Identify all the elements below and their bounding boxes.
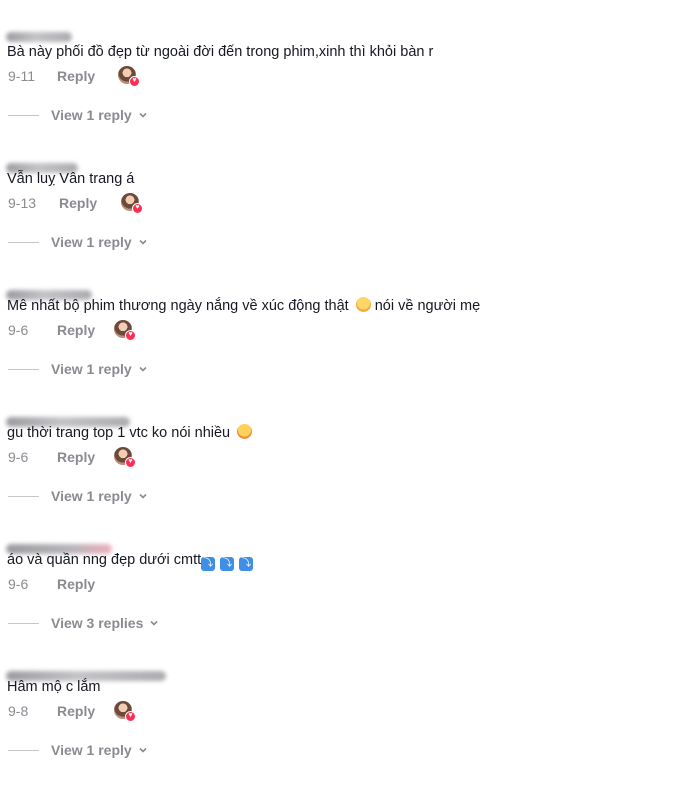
divider [8, 495, 39, 497]
comment-text-part: áo và quần nng đẹp dưới cmtt [7, 552, 202, 568]
chevron-down-icon [139, 747, 147, 753]
right-arrow-curving-down-icon: ⤵ [220, 557, 235, 571]
heart-icon: ♥ [125, 457, 136, 468]
divider [8, 622, 39, 624]
comment-date: 9-6 [8, 576, 29, 592]
view-replies-label: View 1 reply [51, 361, 132, 377]
view-replies-label: View 1 reply [51, 488, 132, 504]
comment-date: 9-6 [8, 449, 29, 465]
reply-button[interactable]: Reply [57, 322, 95, 338]
view-replies-label: View 1 reply [51, 742, 132, 758]
divider [8, 749, 39, 751]
comment-text: Vẫn luỵ Vân trang á [7, 171, 135, 187]
comment-meta: 9-13 Reply [8, 192, 97, 214]
right-arrow-curving-down-icon: ⤵ [239, 557, 254, 571]
creator-liked-avatar-icon: ♥ [114, 320, 136, 341]
view-replies-button[interactable]: View 1 reply [8, 739, 148, 761]
reply-button[interactable]: Reply [59, 195, 97, 211]
view-replies-label: View 3 replies [51, 615, 144, 631]
divider [8, 241, 39, 243]
comment-item: Bà này phối đồ đẹp từ ngoài đời đến tron… [0, 32, 699, 161]
comment-item: áo và quần nng đẹp dưới cmtt ⤵ ⤵ ⤵ 9-6 Repl… [0, 542, 699, 669]
reply-button[interactable]: Reply [57, 68, 95, 84]
creator-liked-avatar-icon: ♥ [121, 193, 143, 214]
view-replies-button[interactable]: View 1 reply [8, 104, 148, 126]
heart-icon: ♥ [125, 711, 136, 722]
rolling-laughing-emoji-icon [237, 424, 253, 439]
divider [8, 114, 39, 116]
comment-item: Hâm mộ c lắm 9-8 Reply ♥ View 1 reply [0, 669, 699, 796]
comment-meta: 9-6 Reply [8, 319, 95, 341]
heart-icon: ♥ [132, 203, 143, 214]
chevron-down-icon [150, 620, 158, 626]
creator-liked-avatar-icon: ♥ [114, 701, 136, 722]
view-replies-button[interactable]: View 3 replies [8, 612, 159, 634]
comment-text: áo và quần nng đẹp dưới cmtt ⤵ ⤵ ⤵ [7, 551, 258, 571]
comment-meta: 9-8 Reply [8, 700, 95, 722]
comment-text-part: nói về người mẹ [370, 298, 481, 314]
heart-icon: ♥ [125, 330, 136, 341]
comment-meta: 9-6 Reply [8, 573, 95, 595]
chevron-down-icon [139, 239, 147, 245]
creator-liked-avatar-icon: ♥ [114, 447, 136, 468]
view-replies-button[interactable]: View 1 reply [8, 358, 148, 380]
reply-button[interactable]: Reply [57, 449, 95, 465]
heart-icon: ♥ [129, 76, 140, 87]
disappointed-face-emoji-icon [355, 297, 371, 312]
view-replies-button[interactable]: View 1 reply [8, 231, 148, 253]
comment-text: Bà này phối đồ đẹp từ ngoài đời đến tron… [7, 44, 434, 60]
reply-button[interactable]: Reply [57, 703, 95, 719]
comment-text-part: Mê nhất bộ phim thương ngày nắng về xúc … [7, 298, 349, 314]
view-replies-button[interactable]: View 1 reply [8, 485, 148, 507]
comment-item: Mê nhất bộ phim thương ngày nắng về xúc … [0, 288, 699, 415]
creator-liked-avatar-icon: ♥ [118, 66, 140, 87]
comment-date: 9-8 [8, 703, 29, 719]
comment-item: gu thời trang top 1 vtc ko nói nhiều 9-6… [0, 415, 699, 542]
comment-meta: 9-11 Reply [8, 65, 95, 87]
comment-date: 9-11 [8, 68, 35, 84]
comment-text: Hâm mộ c lắm [7, 679, 101, 695]
view-replies-label: View 1 reply [51, 107, 132, 123]
divider [8, 368, 39, 370]
chevron-down-icon [139, 493, 147, 499]
chevron-down-icon [139, 366, 147, 372]
chevron-down-icon [139, 112, 147, 118]
right-arrow-curving-down-icon: ⤵ [201, 557, 216, 571]
comment-text: gu thời trang top 1 vtc ko nói nhiều [7, 424, 253, 442]
username-blurred[interactable] [6, 32, 72, 42]
comment-text-part: gu thời trang top 1 vtc ko nói nhiều [7, 425, 231, 441]
reply-button[interactable]: Reply [57, 576, 95, 592]
comment-date: 9-6 [8, 322, 29, 338]
view-replies-label: View 1 reply [51, 234, 132, 250]
comment-text: Mê nhất bộ phim thương ngày nắng về xúc … [7, 297, 480, 315]
comment-item: Vẫn luỵ Vân trang á 9-13 Reply ♥ View 1 … [0, 161, 699, 288]
comment-date: 9-13 [8, 195, 37, 211]
comment-meta: 9-6 Reply [8, 446, 95, 468]
